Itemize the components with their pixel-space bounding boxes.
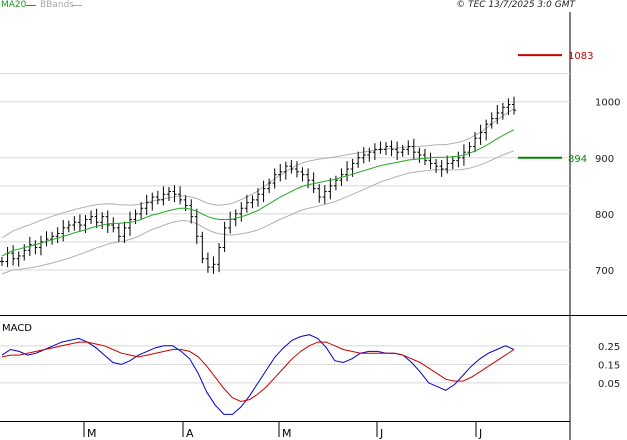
price-chart: MACD 1083894 1000900800700 0.250.150.05 … [0,12,627,440]
x-tick-label: M [87,427,97,440]
price-y-tick: 900 [595,154,614,165]
level-label: 1083 [568,51,593,62]
macd-y-tick: 0.25 [598,342,620,353]
macd-y-tick: 0.15 [598,360,620,371]
x-tick-label: J [478,427,482,440]
price-y-tick: 1000 [595,98,620,109]
macd-line [1,334,515,415]
x-tick-label: J [379,427,383,440]
x-tick-label: A [186,427,194,440]
price-y-tick: 800 [595,210,614,221]
macd-y-tick: 0.05 [598,379,620,390]
price-panel [0,12,570,312]
signal-line [1,341,515,403]
level-label: 894 [568,154,587,165]
x-tick-label: M [282,427,292,440]
price-y-tick: 700 [595,266,614,277]
macd-title: MACD [2,323,32,334]
